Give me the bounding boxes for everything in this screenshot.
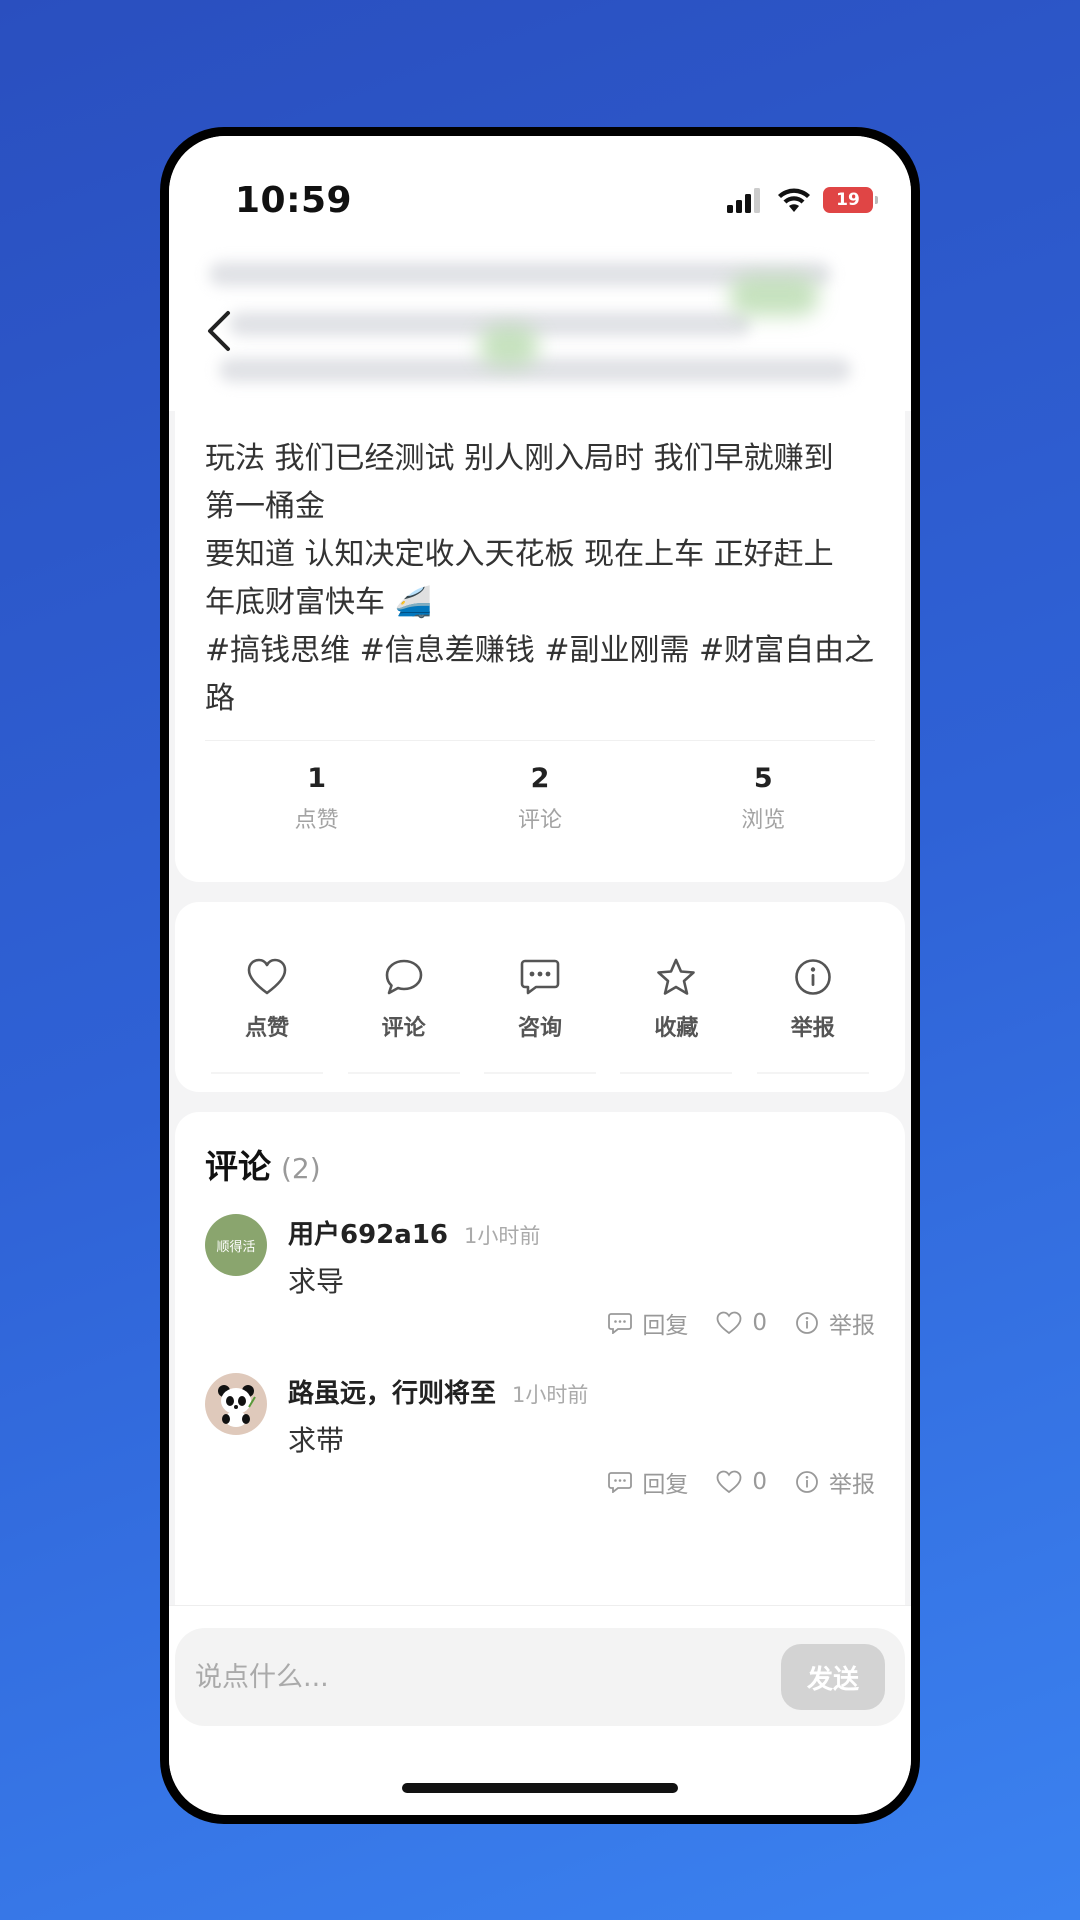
comment-item: 顺得活 用户692a16 1小时前 求导 回复 0 举报 [205, 1214, 875, 1349]
report-label: 举报 [829, 1313, 875, 1339]
signal-icon [727, 188, 760, 213]
post-line: 路 [205, 681, 235, 716]
heart-icon [716, 1311, 742, 1335]
heart-icon [716, 1470, 742, 1494]
comment-item: 路虽远，行则将至 1小时前 求带 回复 0 举报 [205, 1373, 875, 1508]
comment-like-button[interactable]: 0 [716, 1310, 767, 1336]
comment-body: 求带 [288, 1424, 345, 1457]
heart-icon [247, 958, 287, 995]
comment-actions: 回复 0 举报 [608, 1306, 875, 1340]
chat-dots-icon [520, 959, 560, 995]
like-button-label: 点赞 [245, 1016, 290, 1041]
comment-body: 求导 [288, 1265, 345, 1298]
battery-icon: 19 [823, 187, 878, 213]
comment-input-box: 发送 [175, 1628, 905, 1726]
info-icon [794, 959, 831, 995]
chevron-left-icon [208, 311, 230, 351]
comments-section: 评论 (2) 顺得活 用户692a16 1小时前 求导 回复 0 举报 路虽远，… [175, 1112, 905, 1605]
comment-author[interactable]: 用户692a16 [288, 1214, 448, 1251]
comment-header: 路虽远，行则将至 1小时前 [288, 1373, 588, 1410]
panda-avatar-icon [218, 1385, 256, 1427]
consult-button[interactable]: 咨询 [483, 902, 596, 1074]
status-bar: 10:59 19 [169, 136, 911, 240]
actions-bar: 点赞 评论 咨询 收藏 举报 [175, 902, 905, 1092]
comment-time: 1小时前 [512, 1383, 589, 1407]
star-icon [657, 958, 696, 995]
info-icon [796, 1312, 818, 1334]
comment-button[interactable]: 评论 [347, 902, 460, 1074]
reply-icon [608, 1472, 633, 1493]
stat-views: 5 浏览 [688, 763, 838, 850]
post-line: #搞钱思维 #信息差赚钱 #副业刚需 #财富自由之 [205, 633, 875, 668]
favorite-button-label: 收藏 [654, 1016, 699, 1041]
comments-title: 评论 [205, 1147, 271, 1186]
stat-likes-value: 1 [307, 763, 327, 794]
post-line: 要知道 认知决定收入天花板 现在上车 正好赶上 [205, 537, 834, 572]
stat-likes: 1 点赞 [242, 763, 392, 850]
comment-like-button[interactable]: 0 [716, 1469, 767, 1495]
stat-comments-label: 评论 [517, 808, 562, 833]
reply-button[interactable]: 回复 [608, 1306, 688, 1340]
info-icon [796, 1471, 818, 1493]
stat-likes-label: 点赞 [294, 808, 339, 833]
post-line: 年底财富快车 🚄 [205, 585, 432, 620]
app-screen: 10:59 19 玩法 我们已经测试 别人刚入局时 我们早就赚到 第一桶金 要知… [169, 136, 911, 1815]
consult-button-label: 咨询 [517, 1016, 562, 1041]
stat-views-label: 浏览 [741, 808, 786, 833]
report-label: 举报 [829, 1472, 875, 1498]
post-line: 玩法 我们已经测试 别人刚入局时 我们早就赚到 [205, 441, 834, 476]
comment-author[interactable]: 路虽远，行则将至 [288, 1373, 496, 1410]
stat-comments: 2 评论 [465, 763, 615, 850]
comment-report-button[interactable]: 举报 [795, 1306, 875, 1340]
battery-level: 19 [836, 190, 860, 210]
avatar-text: 顺得活 [216, 1239, 256, 1255]
comment-input-bar: 发送 [169, 1605, 911, 1815]
comments-header: 评论 (2) [205, 1140, 875, 1188]
post-stats: 1 点赞 2 评论 5 浏览 [205, 740, 875, 850]
like-count: 0 [752, 1469, 767, 1495]
reply-label: 回复 [642, 1313, 689, 1339]
comment-time: 1小时前 [464, 1224, 541, 1248]
avatar[interactable] [205, 1373, 267, 1435]
send-button[interactable]: 发送 [781, 1644, 885, 1710]
wifi-icon [778, 188, 810, 212]
comment-header: 用户692a16 1小时前 [288, 1214, 540, 1251]
home-indicator [402, 1783, 678, 1793]
back-button[interactable] [189, 296, 249, 366]
reply-icon [608, 1313, 633, 1334]
avatar[interactable]: 顺得活 [205, 1214, 267, 1276]
comment-bubble-icon [385, 959, 422, 995]
post-line: 第一桶金 [205, 489, 325, 524]
status-icons: 19 [727, 187, 878, 213]
comments-count: (2) [281, 1152, 321, 1185]
reply-button[interactable]: 回复 [608, 1465, 688, 1499]
favorite-button[interactable]: 收藏 [620, 902, 733, 1074]
comment-button-label: 评论 [381, 1016, 426, 1041]
comment-actions: 回复 0 举报 [608, 1465, 875, 1499]
post-card: 玩法 我们已经测试 别人刚入局时 我们早就赚到 第一桶金 要知道 认知决定收入天… [175, 411, 905, 882]
like-button[interactable]: 点赞 [211, 902, 324, 1074]
stat-comments-value: 2 [530, 763, 550, 794]
like-count: 0 [752, 1310, 767, 1336]
report-button[interactable]: 举报 [756, 902, 869, 1074]
comment-input[interactable] [195, 1661, 781, 1693]
phone-frame: 10:59 19 玩法 我们已经测试 别人刚入局时 我们早就赚到 第一桶金 要知… [160, 127, 920, 1824]
report-button-label: 举报 [790, 1016, 835, 1041]
comment-report-button[interactable]: 举报 [795, 1465, 875, 1499]
stat-views-value: 5 [753, 763, 773, 794]
post-cut-line [205, 411, 875, 435]
status-time: 10:59 [235, 179, 353, 221]
reply-label: 回复 [642, 1472, 689, 1498]
post-content: 玩法 我们已经测试 别人刚入局时 我们早就赚到 第一桶金 要知道 认知决定收入天… [205, 411, 875, 723]
